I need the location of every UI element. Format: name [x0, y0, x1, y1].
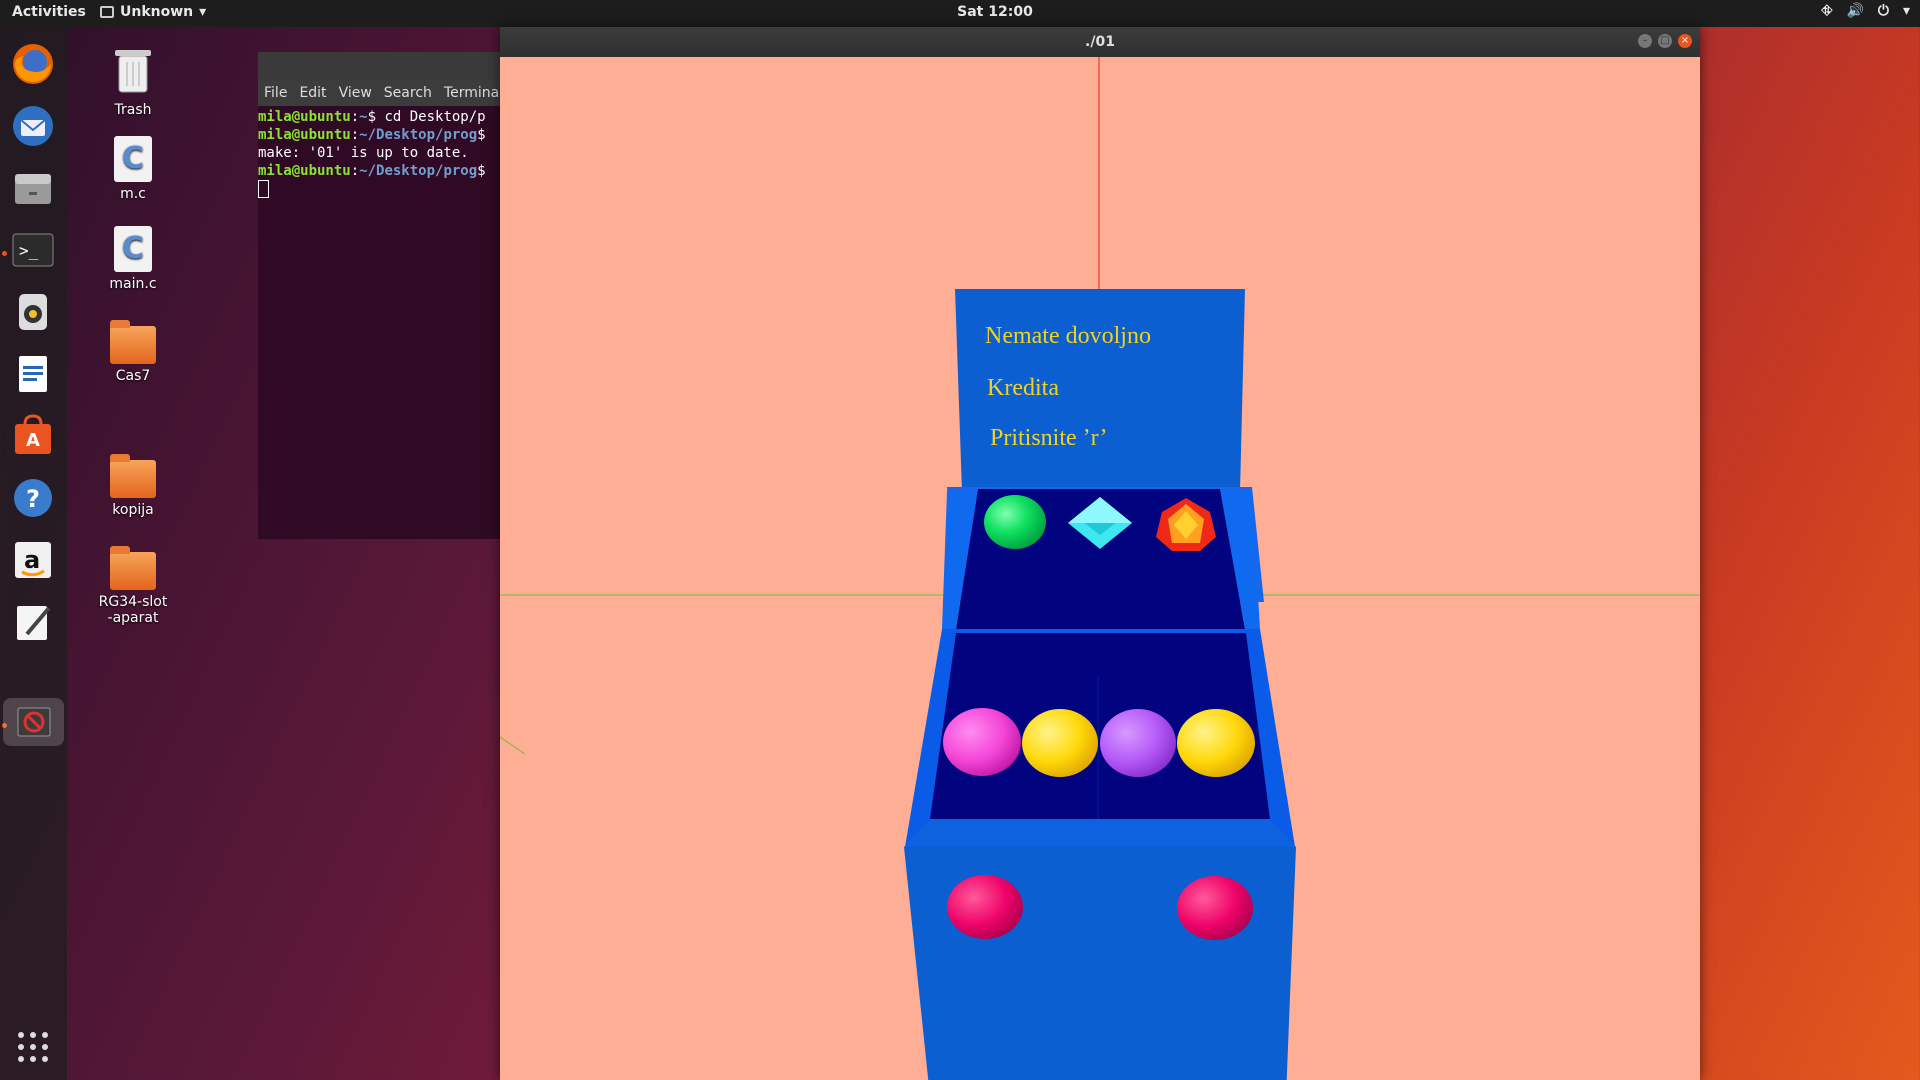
menu-search[interactable]: Search	[384, 85, 432, 101]
prompt-user: mila@ubuntu	[258, 127, 351, 143]
dock: >_ A ? a	[0, 27, 67, 1080]
trash-icon	[78, 46, 188, 98]
text-editor-icon[interactable]	[9, 598, 57, 646]
activities-button[interactable]: Activities	[12, 4, 86, 20]
left-button[interactable]	[947, 875, 1023, 939]
system-tray[interactable]: ⛗ 🔊 ⏻ ▾	[1821, 3, 1910, 19]
desktop-icon-kopija[interactable]: kopija	[78, 454, 188, 518]
desktop-icon-label: Cas7	[115, 368, 151, 384]
prompt-user: mila@ubuntu	[258, 163, 351, 179]
top-bar: Activities Unknown ▾ Sat 12:00 ⛗ 🔊 ⏻ ▾	[0, 0, 1920, 27]
cabinet-ledge	[904, 819, 1296, 847]
app-01-icon[interactable]	[3, 698, 64, 746]
desktop-icon-label: kopija	[112, 502, 154, 518]
purple-sphere-icon	[1100, 709, 1176, 777]
prompt-user: mila@ubuntu	[258, 109, 351, 125]
power-icon[interactable]: ⏻	[1878, 3, 1889, 19]
terminal-menubar: File Edit View Search Terminal	[258, 80, 503, 106]
desktop-icon-main-c[interactable]: C main.c	[78, 226, 188, 292]
command-text: $ cd Desktop/p	[367, 109, 486, 125]
sign-line-2: Kredita	[987, 375, 1059, 401]
menu-terminal[interactable]: Terminal	[444, 85, 503, 101]
z-axis-line	[500, 736, 526, 755]
slot-machine[interactable]: Nemate dovoljno Kredita Pritisnite ’r’	[904, 289, 1296, 1080]
desktop-icon-cas7[interactable]: Cas7	[78, 320, 188, 384]
desktop-icon-label: main.c	[109, 276, 157, 292]
prompt-path: ~/Desktop/prog	[359, 127, 478, 143]
desktop-icon-label: Trash	[114, 102, 152, 118]
menu-file[interactable]: File	[264, 85, 287, 101]
thunderbird-icon[interactable]	[9, 102, 57, 150]
running-indicator	[2, 251, 7, 256]
software-icon[interactable]: A	[9, 412, 57, 460]
desktop-icon-m-c[interactable]: C m.c	[78, 136, 188, 202]
text-cursor	[258, 180, 269, 198]
folder-icon	[110, 546, 156, 590]
app-window[interactable]: ./01 – □ × Nemate dovoljno Kredita Priti…	[500, 27, 1700, 1080]
svg-text:>_: >_	[19, 241, 39, 260]
desktop-icon-label: RG34-slot-aparat	[98, 594, 168, 626]
yellow-sphere-icon	[1022, 709, 1098, 777]
svg-text:A: A	[26, 430, 40, 451]
green-sphere-icon	[984, 495, 1046, 549]
close-button[interactable]: ×	[1678, 34, 1692, 48]
terminal-icon[interactable]: >_	[9, 226, 57, 274]
right-button[interactable]	[1177, 876, 1253, 940]
prompt-path: ~	[359, 109, 368, 125]
rhythmbox-icon[interactable]	[9, 288, 57, 336]
window-title: ./01	[1085, 34, 1115, 50]
chevron-down-icon[interactable]: ▾	[1903, 3, 1910, 19]
volume-icon[interactable]: 🔊	[1846, 3, 1863, 19]
c-file-icon: C	[114, 136, 152, 182]
show-apps-icon[interactable]	[9, 1023, 57, 1071]
help-icon[interactable]: ?	[9, 474, 57, 522]
desktop-icon-rg34-slot-aparat[interactable]: RG34-slot-aparat	[78, 546, 188, 626]
maximize-button[interactable]: □	[1658, 34, 1672, 48]
minimize-button[interactable]: –	[1638, 34, 1652, 48]
clock[interactable]: Sat 12:00	[0, 4, 1920, 20]
chevron-down-icon: ▾	[199, 4, 207, 20]
command-text: $	[477, 163, 486, 179]
pink-sphere-icon	[943, 708, 1021, 776]
desktop-icon-label: m.c	[120, 186, 146, 202]
firefox-icon[interactable]	[9, 40, 57, 88]
folder-icon	[110, 320, 156, 364]
folder-icon	[110, 454, 156, 498]
amazon-icon[interactable]: a	[9, 536, 57, 584]
terminal-titlebar[interactable]	[258, 52, 503, 80]
svg-text:a: a	[24, 546, 40, 574]
writer-icon[interactable]	[9, 350, 57, 398]
yellow-sphere-icon	[1177, 709, 1255, 777]
app-menu[interactable]: Unknown ▾	[100, 4, 206, 20]
terminal-window[interactable]: File Edit View Search Terminal mila@ubun…	[258, 52, 503, 539]
prompt-path: ~/Desktop/prog	[359, 163, 478, 179]
window-titlebar[interactable]: ./01 – □ ×	[500, 27, 1700, 57]
c-file-icon: C	[114, 226, 152, 272]
files-icon[interactable]	[9, 164, 57, 212]
network-icon[interactable]: ⛗	[1821, 3, 1832, 19]
app-name: Unknown	[120, 4, 194, 20]
sign-line-1: Nemate dovoljno	[985, 323, 1151, 349]
sign-line-3: Pritisnite ’r’	[990, 425, 1108, 451]
menu-view[interactable]: View	[339, 85, 372, 101]
desktop-icon-trash[interactable]: Trash	[78, 46, 188, 118]
gl-canvas[interactable]: Nemate dovoljno Kredita Pritisnite ’r’	[500, 57, 1700, 1080]
menu-edit[interactable]: Edit	[299, 85, 326, 101]
terminal-output[interactable]: mila@ubuntu:~$ cd Desktop/p mila@ubuntu:…	[258, 106, 503, 198]
svg-text:?: ?	[26, 485, 40, 513]
command-text: $	[477, 127, 486, 143]
app-window-icon	[100, 6, 114, 18]
output-line: make: '01' is up to date.	[258, 145, 469, 161]
